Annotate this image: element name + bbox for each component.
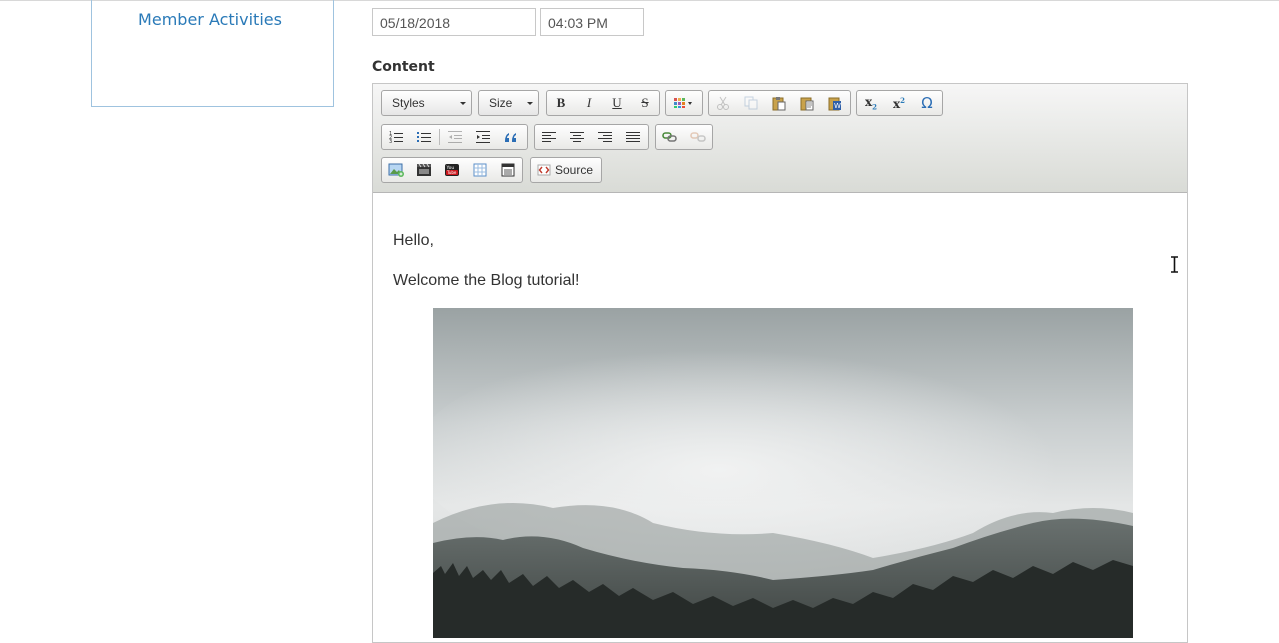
styles-label: Styles [392,96,425,110]
omega-icon: Ω [921,94,933,112]
strikethrough-icon: S [641,95,649,110]
paste-text-icon [800,97,814,110]
sidebar-panel: Member Activities [91,0,334,107]
justify-icon [626,131,640,142]
indent-button[interactable] [469,125,497,149]
italic-icon: I [586,95,592,110]
youtube-button[interactable]: You Tube [438,158,466,182]
numbered-list-button[interactable]: 123 [382,125,410,149]
unlink-icon [690,132,706,142]
member-activities-link[interactable]: Member Activities [92,10,328,29]
align-left-icon [542,131,556,142]
justify-button[interactable] [619,125,647,149]
bold-button[interactable]: B [547,91,575,115]
content-label: Content [372,59,435,75]
bulleted-list-button[interactable] [410,125,438,149]
paste-word-icon: W [828,97,841,110]
link-button[interactable] [656,125,684,149]
image-button[interactable] [382,158,410,182]
cut-icon [717,96,729,110]
italic-button[interactable]: I [575,91,603,115]
chevron-down-icon [527,102,533,105]
special-character-button[interactable]: Ω [913,91,941,115]
paste-icon [772,96,786,110]
copy-icon [744,96,758,110]
svg-text:W: W [834,102,841,110]
welcome-paragraph: Welcome the Blog tutorial! [393,272,580,289]
align-right-icon [598,131,612,142]
bold-icon: B [556,95,566,110]
styles-dropdown[interactable]: Styles [381,90,472,116]
copy-button[interactable] [737,91,765,115]
rich-text-editor: Styles Size B I U S W x2 x2 Ω 1 2 3 You … [372,83,1188,643]
date-input[interactable]: 05/18/2018 [372,8,536,36]
svg-text:3: 3 [389,139,392,144]
list-indent-group: 123 [381,124,528,150]
size-label: Size [489,96,513,110]
table-icon [473,163,487,177]
underline-button[interactable]: U [603,91,631,115]
source-icon [537,164,551,176]
align-center-button[interactable] [563,125,591,149]
video-icon [417,163,431,176]
align-right-button[interactable] [591,125,619,149]
youtube-icon: YouTube [445,164,459,176]
text-color-icon [674,98,692,108]
blockquote-icon [505,133,516,142]
editor-toolbar: Styles Size B I U S W x2 x2 Ω 1 2 3 You … [373,84,1187,193]
link-group [655,124,713,150]
superscript-icon: x2 [892,95,906,111]
insert-group: You Tube [381,157,523,183]
size-dropdown[interactable]: Size [478,90,539,116]
text-color-button[interactable] [666,91,702,115]
template-button[interactable] [494,158,522,182]
align-left-button[interactable] [535,125,563,149]
paste-button[interactable] [765,91,793,115]
time-input[interactable]: 04:03 PM [540,8,644,36]
strikethrough-button[interactable]: S [631,91,659,115]
alignment-group [534,124,649,150]
special-group: x2 x2 Ω [856,90,943,116]
source-button[interactable]: Source [531,158,601,182]
text-color-group [665,90,703,116]
paste-word-button[interactable]: W [821,91,849,115]
bulleted-list-icon [417,132,431,142]
greeting-paragraph: Hello, [393,232,434,249]
outdent-icon [448,131,462,143]
numbered-list-icon: 123 [389,131,403,144]
indent-icon [476,131,490,143]
underline-icon: U [612,95,622,110]
chevron-down-icon [460,102,466,105]
template-icon [501,163,515,177]
align-center-icon [570,131,584,142]
unlink-button[interactable] [684,125,712,149]
subscript-icon: x2 [864,94,878,112]
toolbar-separator [439,129,440,145]
paste-text-button[interactable] [793,91,821,115]
clipboard-group: W [708,90,851,116]
source-group: Source [530,157,602,183]
blockquote-button[interactable] [497,125,525,149]
link-icon [662,132,677,142]
image-icon [388,163,404,177]
basic-styles-group: B I U S [546,90,660,116]
table-button[interactable] [466,158,494,182]
video-button[interactable] [410,158,438,182]
foggy-mountain-picture [433,308,1133,638]
superscript-button[interactable]: x2 [885,91,913,115]
cut-button[interactable] [709,91,737,115]
source-label: Source [555,163,594,177]
svg-text:Tube: Tube [446,170,457,175]
subscript-button[interactable]: x2 [857,91,885,115]
foggy-mountain-image[interactable] [433,308,1133,638]
outdent-button[interactable] [441,125,469,149]
text-cursor-icon [1170,256,1179,278]
